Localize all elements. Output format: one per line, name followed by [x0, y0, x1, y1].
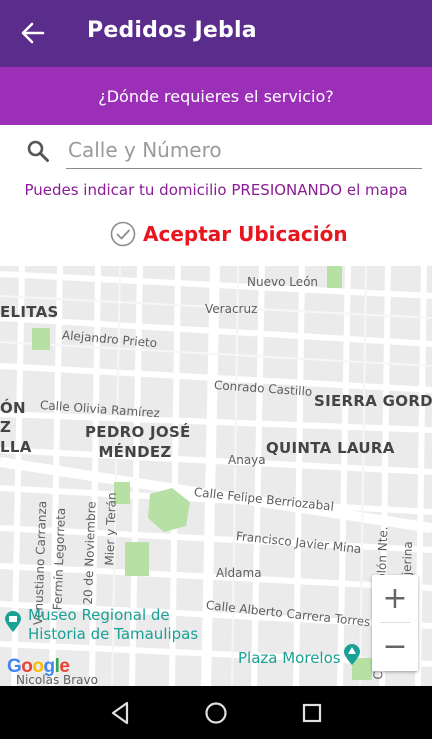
system-nav-bar: [0, 686, 432, 739]
logo-letter: G: [7, 656, 22, 677]
zoom-out-button[interactable]: −: [372, 623, 418, 669]
logo-letter: e: [59, 656, 70, 677]
neighborhood-label: PEDRO JOSÉ: [85, 423, 191, 441]
accept-location-label: Aceptar Ubicación: [143, 222, 348, 246]
accept-location-button[interactable]: Aceptar Ubicación: [110, 218, 348, 250]
recents-square-icon[interactable]: [297, 698, 327, 728]
street-label: Nuevo León: [247, 275, 319, 289]
street-label: Aldama: [216, 566, 262, 580]
back-button[interactable]: [16, 16, 50, 50]
address-input[interactable]: [66, 131, 422, 169]
neighborhood-label: SIERRA GORDA: [314, 392, 432, 410]
home-circle-icon[interactable]: [201, 698, 231, 728]
neighborhood-label: Z: [0, 418, 12, 436]
neighborhood-label: ELITAS: [0, 303, 59, 321]
zoom-in-button[interactable]: +: [372, 575, 418, 621]
address-search: [0, 125, 432, 175]
poi-label[interactable]: Museo Regional de: [28, 606, 170, 624]
poi-label[interactable]: Historia de Tamaulipas: [28, 625, 198, 643]
neighborhood-label: QUINTA LAURA: [266, 439, 395, 457]
google-logo: Google: [7, 656, 70, 678]
service-question-bar: ¿Dónde requieres el servicio?: [0, 67, 432, 125]
street-label: Anaya: [228, 453, 266, 467]
search-icon: [27, 140, 49, 162]
neighborhood-label: MÉNDEZ: [98, 443, 172, 461]
map-view[interactable]: Nuevo León Veracruz Alejandro Prieto Con…: [0, 266, 432, 686]
map-hint: Puedes indicar tu domicilio PRESIONANDO …: [24, 181, 408, 199]
logo-letter: o: [21, 656, 33, 677]
park-pin-icon: [344, 644, 360, 665]
back-triangle-icon[interactable]: [105, 698, 135, 728]
zoom-controls: + −: [372, 575, 418, 671]
service-question: ¿Dónde requieres el servicio?: [98, 87, 334, 106]
neighborhood-label: ÓN: [0, 399, 26, 417]
logo-letter: o: [32, 656, 44, 677]
arrow-left-icon: [21, 22, 45, 44]
street-label: Mier y Terán: [102, 492, 119, 566]
neighborhood-label: LLA: [0, 438, 32, 456]
check-circle-icon: [110, 221, 136, 247]
app-bar: Pedidos Jebla: [0, 0, 432, 67]
poi-label[interactable]: Plaza Morelos: [238, 649, 341, 667]
museum-pin-icon: [5, 611, 21, 632]
logo-letter: g: [43, 656, 56, 677]
street-label: Veracruz: [205, 302, 258, 316]
page-title: Pedidos Jebla: [87, 18, 257, 43]
